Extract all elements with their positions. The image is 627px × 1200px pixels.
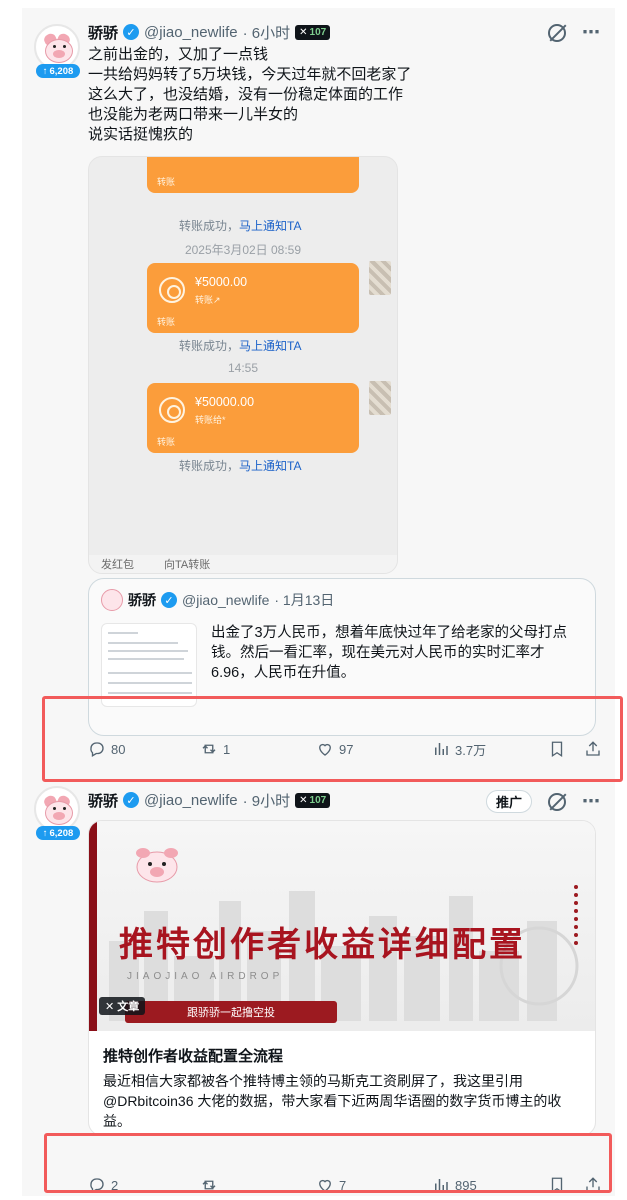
quoted-header: 骄骄 ✓ @jiao_newlife · 1月13日 <box>101 589 334 611</box>
author-avatar[interactable]: ↑ 6,208 <box>34 24 82 78</box>
transfer-bubble: ¥50000.00 转账给* 转账 <box>147 383 359 453</box>
chat-timestamp: 2025年3月02日 08:59 <box>184 243 302 257</box>
grok-icon[interactable] <box>548 23 566 42</box>
article-banner-image: 推特创作者收益详细配置 JIAOJIAO AIRDROP 跟骄骄一起撸空投 ✕ 文… <box>89 821 595 1031</box>
pig-mascot-icon <box>136 848 178 883</box>
quoted-author-name: 骄骄 <box>128 592 156 608</box>
author-handle[interactable]: @jiao_newlife <box>144 24 238 41</box>
tweet-1[interactable]: ↑ 6,208 骄骄 ✓ @jiao_newlife · 6小时 ✕ 107 ⋯ … <box>22 8 615 778</box>
contact-avatar <box>369 261 391 295</box>
banner-ribbon: 跟骄骄一起撸空投 <box>125 1001 337 1023</box>
more-icon[interactable]: ⋯ <box>582 22 601 43</box>
verified-icon: ✓ <box>123 24 140 40</box>
followers-badge: ↑ 6,208 <box>36 64 80 78</box>
transfer-label: 转账 <box>157 437 176 447</box>
transfer-label: 转账 <box>157 177 176 187</box>
verified-icon: ✓ <box>123 792 140 808</box>
quoted-thumbnail <box>101 623 197 707</box>
transfer-button: 向TA转账 <box>164 559 211 571</box>
tweet-top-actions: 推广 ⋯ <box>485 790 601 813</box>
tweet-text: 之前出金的，又加了一点钱 一共给妈妈转了5万块钱，今天过年就不回老家了 这么大了… <box>88 46 412 143</box>
verified-icon: ✓ <box>161 592 177 608</box>
article-card[interactable]: 推特创作者收益详细配置 JIAOJIAO AIRDROP 跟骄骄一起撸空投 ✕ 文… <box>88 820 596 1136</box>
timeline: ↑ 6,208 骄骄 ✓ @jiao_newlife · 6小时 ✕ 107 ⋯ … <box>22 8 615 1196</box>
transfer-note: 转账给* <box>195 415 226 425</box>
contact-avatar <box>369 381 391 415</box>
highlight-box <box>42 696 623 782</box>
author-avatar[interactable]: ↑ 6,208 <box>34 786 82 840</box>
coin-icon <box>159 277 185 303</box>
quoted-date: · 1月13日 <box>274 592 335 608</box>
article-tag: ✕ 文章 <box>99 997 146 1015</box>
transfer-amount: ¥5000.00 <box>195 275 248 289</box>
transfer-status: 转账成功，马上通知TA <box>179 459 302 473</box>
red-packet-button: 发红包 <box>101 559 134 571</box>
article-description: 最近相信大家都被各个推特博主领的马斯克工资刷屏了，我这里引用@DRbitcoin… <box>103 1073 562 1129</box>
post-time[interactable]: · 6小时 <box>243 22 291 43</box>
arrow-up-icon: ↑ <box>42 827 48 839</box>
transfer-bubble: ¥5000.00 转账↗ 转账 <box>147 263 359 333</box>
pig-avatar-icon <box>101 589 123 611</box>
transfer-bubble: 转账 <box>147 157 359 193</box>
x-logo-icon: ✕ <box>299 26 308 38</box>
transfer-status: 转账成功，马上通知TA <box>179 219 302 233</box>
author-name[interactable]: 骄骄 <box>88 22 118 43</box>
x-score-badge: ✕ 107 <box>295 792 331 808</box>
arrow-up-icon: ↑ <box>42 65 48 77</box>
decorative-dots <box>565 881 587 949</box>
article-title[interactable]: 推特创作者收益配置全流程 <box>103 1045 283 1066</box>
banner-accent-bar <box>89 821 97 1031</box>
transfer-screenshot-image[interactable]: 转账 转账成功，马上通知TA 2025年3月02日 08:59 ¥5000.00… <box>88 156 398 574</box>
x-logo-icon: ✕ <box>105 1000 115 1013</box>
transfer-amount: ¥50000.00 <box>195 395 255 409</box>
more-icon[interactable]: ⋯ <box>582 791 601 812</box>
transfer-note: 转账↗ <box>195 295 221 305</box>
followers-badge: ↑ 6,208 <box>36 826 80 840</box>
transfer-status: 转账成功，马上通知TA <box>179 339 302 353</box>
tweet-header: 骄骄 ✓ @jiao_newlife · 9小时 ✕ 107 <box>88 790 331 811</box>
tweet-top-actions: ⋯ <box>548 22 601 43</box>
author-handle[interactable]: @jiao_newlife <box>144 792 238 809</box>
quoted-text: 出金了3万人民币，想着年底快过年了给老家的父母打点 钱。然后一看汇率，现在美元对… <box>211 625 568 681</box>
x-score-badge: ✕ 107 <box>295 24 331 40</box>
author-name[interactable]: 骄骄 <box>88 790 118 811</box>
coin-icon <box>159 397 185 423</box>
x-logo-icon: ✕ <box>299 794 308 806</box>
grok-icon[interactable] <box>548 792 566 811</box>
banner-title: 推特创作者收益详细配置 <box>119 925 526 965</box>
post-time[interactable]: · 9小时 <box>243 790 291 811</box>
highlight-box <box>44 1133 612 1193</box>
tweet-header: 骄骄 ✓ @jiao_newlife · 6小时 ✕ 107 <box>88 22 331 43</box>
promote-button[interactable]: 推广 <box>485 790 532 813</box>
transfer-label: 转账 <box>157 317 176 327</box>
chat-timestamp: 14:55 <box>227 361 259 375</box>
quoted-author-handle: @jiao_newlife <box>182 592 270 608</box>
banner-subtitle: JIAOJIAO AIRDROP <box>127 971 284 982</box>
chat-toolbar: 发红包 向TA转账 <box>89 555 397 573</box>
